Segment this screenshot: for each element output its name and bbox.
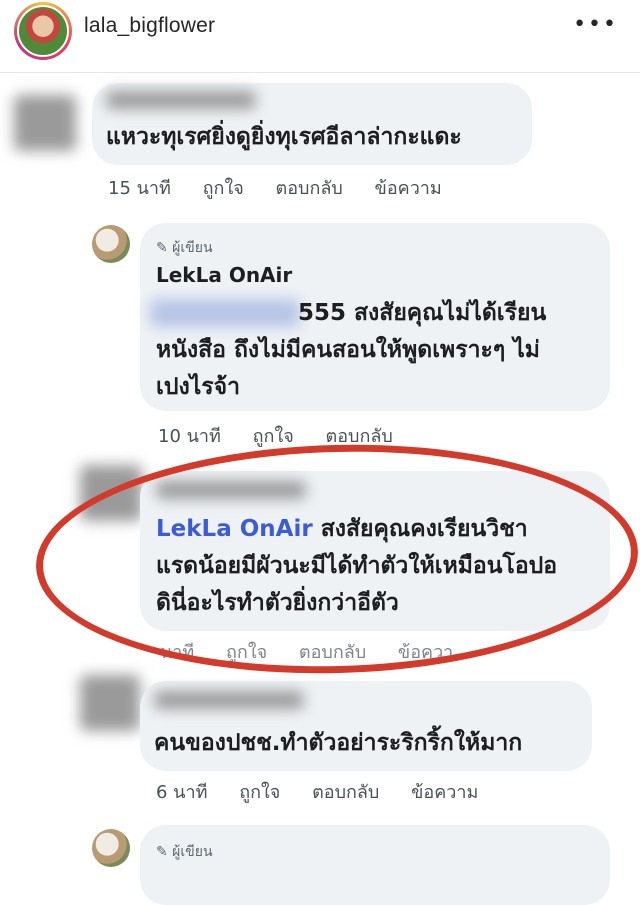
post-header: lala_bigflower ••• <box>0 0 640 73</box>
blurred-name <box>154 691 304 709</box>
username[interactable]: lala_bigflower <box>84 14 215 38</box>
timestamp: 6 นาที <box>156 782 208 803</box>
blurred-avatar <box>80 675 140 731</box>
timestamp: 10 นาที <box>158 426 221 447</box>
like-link[interactable]: ถูกใจ <box>253 426 294 447</box>
post-image: แหวะทุเรศยิ่งดูยิ่งทุเรศอีลาล่ากะแดะ 15 … <box>0 73 640 905</box>
comment-actions: 6 นาที ถูกใจ ตอบกลับ ข้อความ <box>156 777 504 806</box>
author-badge: ✎ ผู้เขียน <box>156 240 213 256</box>
blurred-tag <box>150 299 300 327</box>
comment-actions: 15 นาที ถูกใจ ตอบกลับ ข้อความ <box>108 173 468 202</box>
like-link[interactable]: ถูกใจ <box>239 782 280 803</box>
timestamp: 15 นาที <box>108 178 171 199</box>
message-link[interactable]: ข้อความ <box>375 178 442 199</box>
reply-link[interactable]: ตอบกลับ <box>276 178 343 199</box>
reply-link[interactable]: ตอบกลับ <box>312 782 379 803</box>
avatar-image <box>17 5 69 57</box>
comment-text: แหวะทุเรศยิ่งดูยิ่งทุเรศอีลาล่ากะแดะ <box>106 124 462 150</box>
comment-text: หนังสือ ถึงไม่มีคนสอนให้พูดเพราะๆ ไม่ <box>156 337 540 363</box>
comment-text: คนของปชช.ทำตัวอย่าระริกริ้กให้มาก <box>154 730 523 756</box>
blurred-avatar <box>14 95 76 151</box>
comment-bubble: ✎ ผู้เขียน <box>140 825 610 905</box>
comment-text: เปงไรจ้า <box>156 374 241 400</box>
like-link[interactable]: ถูกใจ <box>203 178 244 199</box>
comment-bubble: ✎ ผู้เขียน LekLa OnAir 555 สงสัยคุณไม่ได… <box>140 223 610 411</box>
author-avatar[interactable] <box>92 829 130 867</box>
comment-bubble: แหวะทุเรศยิ่งดูยิ่งทุเรศอีลาล่ากะแดะ <box>92 83 532 165</box>
comment-text: 555 สงสัยคุณไม่ได้เรียน <box>298 300 547 326</box>
message-link[interactable]: ข้อความ <box>411 782 478 803</box>
blurred-name <box>106 91 256 109</box>
author-badge: ✎ ผู้เขียน <box>156 844 213 860</box>
comment-bubble: คนของปชช.ทำตัวอย่าระริกริ้กให้มาก <box>140 681 592 771</box>
author-avatar[interactable] <box>92 225 130 263</box>
author-name[interactable]: LekLa OnAir <box>156 263 292 287</box>
more-options-icon[interactable]: ••• <box>573 12 618 37</box>
profile-avatar[interactable] <box>14 2 72 60</box>
